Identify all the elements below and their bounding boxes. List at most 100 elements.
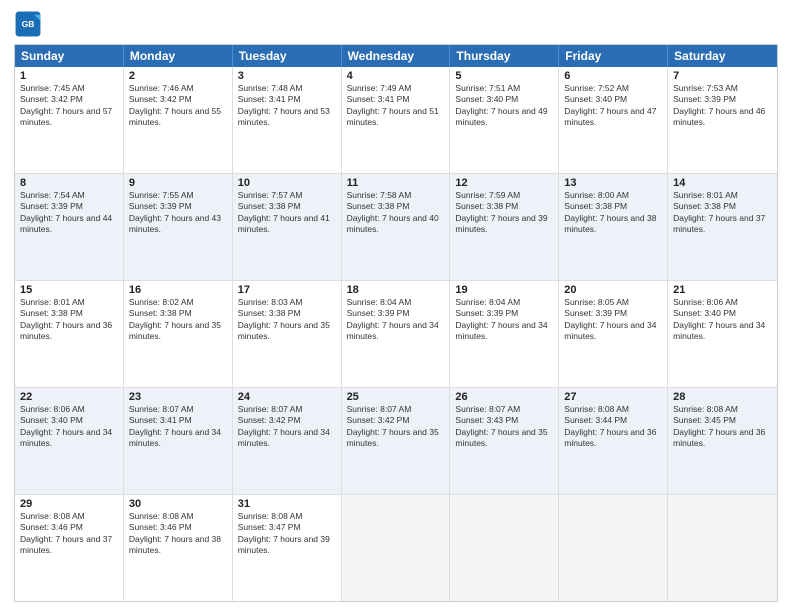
day-number: 17 xyxy=(238,284,336,296)
calendar-row-2: 8Sunrise: 7:54 AMSunset: 3:39 PMDaylight… xyxy=(15,173,777,280)
day-number: 1 xyxy=(20,70,118,82)
cell-info: Sunrise: 7:53 AMSunset: 3:39 PMDaylight:… xyxy=(673,83,772,129)
calendar-cell: 8Sunrise: 7:54 AMSunset: 3:39 PMDaylight… xyxy=(15,174,124,280)
day-number: 21 xyxy=(673,284,772,296)
cell-info: Sunrise: 8:08 AMSunset: 3:45 PMDaylight:… xyxy=(673,404,772,450)
calendar-cell: 18Sunrise: 8:04 AMSunset: 3:39 PMDayligh… xyxy=(342,281,451,387)
day-number: 3 xyxy=(238,70,336,82)
day-number: 6 xyxy=(564,70,662,82)
calendar-cell: 21Sunrise: 8:06 AMSunset: 3:40 PMDayligh… xyxy=(668,281,777,387)
day-number: 23 xyxy=(129,391,227,403)
cell-info: Sunrise: 7:59 AMSunset: 3:38 PMDaylight:… xyxy=(455,190,553,236)
header-day-tuesday: Tuesday xyxy=(233,45,342,67)
day-number: 11 xyxy=(347,177,445,189)
header-day-thursday: Thursday xyxy=(450,45,559,67)
calendar-cell: 20Sunrise: 8:05 AMSunset: 3:39 PMDayligh… xyxy=(559,281,668,387)
calendar-row-5: 29Sunrise: 8:08 AMSunset: 3:46 PMDayligh… xyxy=(15,494,777,601)
cell-info: Sunrise: 8:06 AMSunset: 3:40 PMDaylight:… xyxy=(673,297,772,343)
calendar-cell: 7Sunrise: 7:53 AMSunset: 3:39 PMDaylight… xyxy=(668,67,777,173)
cell-info: Sunrise: 7:54 AMSunset: 3:39 PMDaylight:… xyxy=(20,190,118,236)
calendar-cell xyxy=(559,495,668,601)
calendar-cell: 25Sunrise: 8:07 AMSunset: 3:42 PMDayligh… xyxy=(342,388,451,494)
day-number: 20 xyxy=(564,284,662,296)
cell-info: Sunrise: 7:57 AMSunset: 3:38 PMDaylight:… xyxy=(238,190,336,236)
calendar-cell: 15Sunrise: 8:01 AMSunset: 3:38 PMDayligh… xyxy=(15,281,124,387)
calendar-cell xyxy=(668,495,777,601)
calendar-cell: 24Sunrise: 8:07 AMSunset: 3:42 PMDayligh… xyxy=(233,388,342,494)
calendar-cell: 23Sunrise: 8:07 AMSunset: 3:41 PMDayligh… xyxy=(124,388,233,494)
cell-info: Sunrise: 7:49 AMSunset: 3:41 PMDaylight:… xyxy=(347,83,445,129)
cell-info: Sunrise: 7:52 AMSunset: 3:40 PMDaylight:… xyxy=(564,83,662,129)
cell-info: Sunrise: 8:02 AMSunset: 3:38 PMDaylight:… xyxy=(129,297,227,343)
day-number: 9 xyxy=(129,177,227,189)
cell-info: Sunrise: 8:01 AMSunset: 3:38 PMDaylight:… xyxy=(673,190,772,236)
header-day-wednesday: Wednesday xyxy=(342,45,451,67)
cell-info: Sunrise: 8:08 AMSunset: 3:46 PMDaylight:… xyxy=(20,511,118,557)
cell-info: Sunrise: 8:04 AMSunset: 3:39 PMDaylight:… xyxy=(347,297,445,343)
cell-info: Sunrise: 8:08 AMSunset: 3:46 PMDaylight:… xyxy=(129,511,227,557)
cell-info: Sunrise: 7:48 AMSunset: 3:41 PMDaylight:… xyxy=(238,83,336,129)
cell-info: Sunrise: 7:58 AMSunset: 3:38 PMDaylight:… xyxy=(347,190,445,236)
logo: GB xyxy=(14,10,46,38)
day-number: 16 xyxy=(129,284,227,296)
calendar-row-3: 15Sunrise: 8:01 AMSunset: 3:38 PMDayligh… xyxy=(15,280,777,387)
calendar-cell: 28Sunrise: 8:08 AMSunset: 3:45 PMDayligh… xyxy=(668,388,777,494)
calendar-cell: 13Sunrise: 8:00 AMSunset: 3:38 PMDayligh… xyxy=(559,174,668,280)
day-number: 25 xyxy=(347,391,445,403)
calendar-cell: 31Sunrise: 8:08 AMSunset: 3:47 PMDayligh… xyxy=(233,495,342,601)
calendar-cell: 26Sunrise: 8:07 AMSunset: 3:43 PMDayligh… xyxy=(450,388,559,494)
day-number: 31 xyxy=(238,498,336,510)
calendar-cell xyxy=(342,495,451,601)
cell-info: Sunrise: 7:55 AMSunset: 3:39 PMDaylight:… xyxy=(129,190,227,236)
calendar-cell: 27Sunrise: 8:08 AMSunset: 3:44 PMDayligh… xyxy=(559,388,668,494)
calendar-cell: 30Sunrise: 8:08 AMSunset: 3:46 PMDayligh… xyxy=(124,495,233,601)
calendar-row-1: 1Sunrise: 7:45 AMSunset: 3:42 PMDaylight… xyxy=(15,67,777,173)
cell-info: Sunrise: 7:45 AMSunset: 3:42 PMDaylight:… xyxy=(20,83,118,129)
cell-info: Sunrise: 7:46 AMSunset: 3:42 PMDaylight:… xyxy=(129,83,227,129)
logo-icon: GB xyxy=(14,10,42,38)
cell-info: Sunrise: 8:01 AMSunset: 3:38 PMDaylight:… xyxy=(20,297,118,343)
day-number: 18 xyxy=(347,284,445,296)
calendar-cell: 4Sunrise: 7:49 AMSunset: 3:41 PMDaylight… xyxy=(342,67,451,173)
day-number: 5 xyxy=(455,70,553,82)
calendar-cell: 22Sunrise: 8:06 AMSunset: 3:40 PMDayligh… xyxy=(15,388,124,494)
calendar-cell: 3Sunrise: 7:48 AMSunset: 3:41 PMDaylight… xyxy=(233,67,342,173)
svg-text:GB: GB xyxy=(22,19,35,29)
calendar-cell: 14Sunrise: 8:01 AMSunset: 3:38 PMDayligh… xyxy=(668,174,777,280)
calendar-body: 1Sunrise: 7:45 AMSunset: 3:42 PMDaylight… xyxy=(15,67,777,601)
calendar-page: GB SundayMondayTuesdayWednesdayThursdayF… xyxy=(0,0,792,612)
calendar-cell: 19Sunrise: 8:04 AMSunset: 3:39 PMDayligh… xyxy=(450,281,559,387)
day-number: 12 xyxy=(455,177,553,189)
day-number: 4 xyxy=(347,70,445,82)
day-number: 14 xyxy=(673,177,772,189)
calendar-cell: 17Sunrise: 8:03 AMSunset: 3:38 PMDayligh… xyxy=(233,281,342,387)
cell-info: Sunrise: 8:06 AMSunset: 3:40 PMDaylight:… xyxy=(20,404,118,450)
calendar-cell: 5Sunrise: 7:51 AMSunset: 3:40 PMDaylight… xyxy=(450,67,559,173)
day-number: 30 xyxy=(129,498,227,510)
calendar-cell: 9Sunrise: 7:55 AMSunset: 3:39 PMDaylight… xyxy=(124,174,233,280)
day-number: 24 xyxy=(238,391,336,403)
cell-info: Sunrise: 8:07 AMSunset: 3:42 PMDaylight:… xyxy=(238,404,336,450)
header-day-sunday: Sunday xyxy=(15,45,124,67)
cell-info: Sunrise: 8:00 AMSunset: 3:38 PMDaylight:… xyxy=(564,190,662,236)
calendar-cell: 11Sunrise: 7:58 AMSunset: 3:38 PMDayligh… xyxy=(342,174,451,280)
calendar-cell xyxy=(450,495,559,601)
header-day-friday: Friday xyxy=(559,45,668,67)
day-number: 26 xyxy=(455,391,553,403)
day-number: 19 xyxy=(455,284,553,296)
day-number: 29 xyxy=(20,498,118,510)
calendar-cell: 1Sunrise: 7:45 AMSunset: 3:42 PMDaylight… xyxy=(15,67,124,173)
day-number: 13 xyxy=(564,177,662,189)
calendar-cell: 12Sunrise: 7:59 AMSunset: 3:38 PMDayligh… xyxy=(450,174,559,280)
cell-info: Sunrise: 8:05 AMSunset: 3:39 PMDaylight:… xyxy=(564,297,662,343)
calendar-cell: 2Sunrise: 7:46 AMSunset: 3:42 PMDaylight… xyxy=(124,67,233,173)
header: GB xyxy=(14,10,778,38)
calendar-row-4: 22Sunrise: 8:06 AMSunset: 3:40 PMDayligh… xyxy=(15,387,777,494)
day-number: 22 xyxy=(20,391,118,403)
day-number: 15 xyxy=(20,284,118,296)
day-number: 7 xyxy=(673,70,772,82)
calendar-cell: 16Sunrise: 8:02 AMSunset: 3:38 PMDayligh… xyxy=(124,281,233,387)
day-number: 28 xyxy=(673,391,772,403)
day-number: 10 xyxy=(238,177,336,189)
cell-info: Sunrise: 8:08 AMSunset: 3:47 PMDaylight:… xyxy=(238,511,336,557)
